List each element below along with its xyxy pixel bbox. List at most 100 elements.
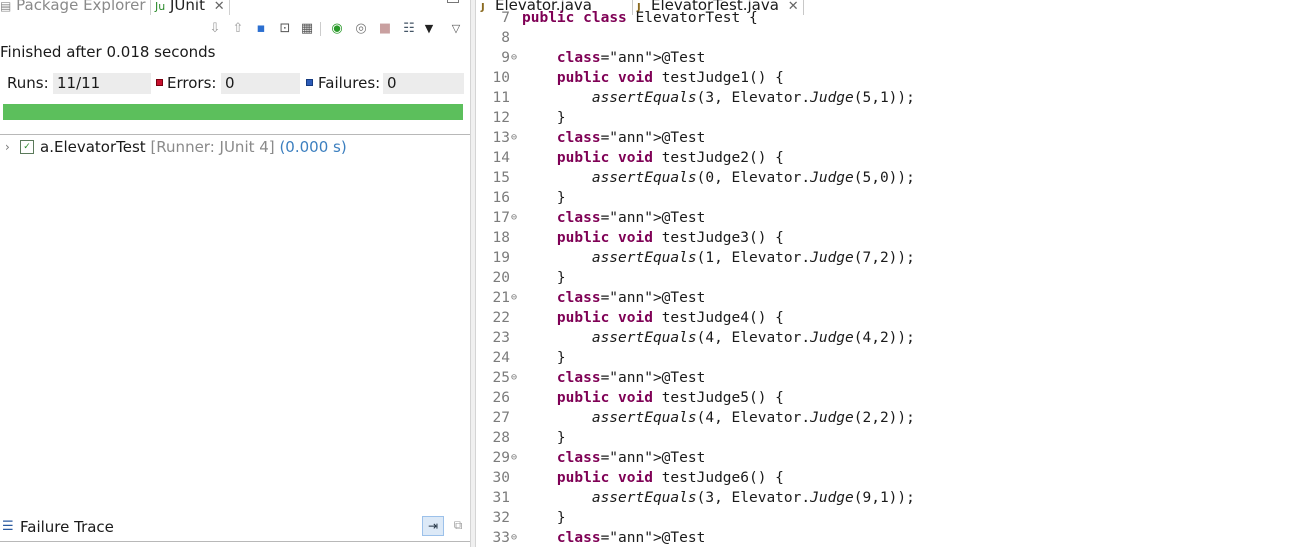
code-line[interactable]: 23 assertEquals(4, Elevator.Judge(4,2)); (476, 328, 1294, 348)
code-line[interactable]: 21 ⊖ class="ann">@Test (476, 288, 1294, 308)
test-suite-icon: ✓ (20, 140, 34, 154)
previous-failure-icon[interactable]: ⇧ (229, 20, 247, 38)
scroll-lock-icon[interactable]: ⊡ (276, 20, 294, 38)
line-number: 14 (492, 150, 510, 166)
code-text: public void testJudge4() { (556, 310, 784, 326)
code-text: assertEquals(4, Elevator.Judge(4,2)); (591, 330, 915, 346)
line-number: 17 (492, 210, 510, 226)
tab-junit[interactable]: Ju JUnit ✕ (150, 0, 230, 15)
maximize-icon[interactable] (447, 0, 459, 3)
line-number: 31 (492, 490, 510, 506)
failure-trace-icon: ☰ (2, 519, 14, 534)
expand-arrow-icon[interactable]: › (5, 137, 10, 157)
fold-icon[interactable]: ⊖ (511, 448, 517, 468)
code-text: public void testJudge3() { (556, 230, 784, 246)
fold-icon[interactable]: ⊖ (511, 528, 517, 547)
line-number: 33 (492, 530, 510, 546)
elapsed-time: (0.000 s) (279, 138, 347, 156)
code-line[interactable]: 27 assertEquals(4, Elevator.Judge(2,2)); (476, 408, 1294, 428)
code-line[interactable]: 31 assertEquals(3, Elevator.Judge(9,1)); (476, 488, 1294, 508)
line-number: 20 (492, 270, 510, 286)
fold-icon[interactable]: ⊖ (511, 208, 517, 228)
status-message: Finished after 0.018 seconds (0, 43, 216, 61)
code-line[interactable]: 28 } (476, 428, 1294, 448)
line-number: 13 (492, 130, 510, 146)
failure-icon (306, 79, 313, 86)
code-line[interactable]: 17 ⊖ class="ann">@Test (476, 208, 1294, 228)
code-line[interactable]: 16 } (476, 188, 1294, 208)
failure-trace-label: Failure Trace (20, 518, 114, 536)
layout-icon[interactable]: ☷ (400, 20, 418, 38)
line-number: 29 (492, 450, 510, 466)
line-number: 12 (492, 110, 510, 126)
view-tab-bar: ▤ Package Explorer Ju JUnit ✕ (0, 0, 470, 15)
code-text: } (522, 350, 566, 366)
divider (0, 134, 470, 135)
line-number: 30 (492, 470, 510, 486)
line-number: 28 (492, 430, 510, 446)
runs-label: Runs: (7, 74, 49, 92)
compare-result-icon[interactable]: ⧉ (449, 516, 467, 536)
code-line[interactable]: 22 public void testJudge4() { (476, 308, 1294, 328)
rerun-test-icon[interactable]: ◉ (328, 20, 346, 38)
code-line[interactable]: 29 ⊖ class="ann">@Test (476, 448, 1294, 468)
code-line[interactable]: 20 } (476, 268, 1294, 288)
view-menu-icon[interactable]: ▽ (447, 20, 465, 38)
line-number: 11 (492, 90, 510, 106)
code-line[interactable]: 18 public void testJudge3() { (476, 228, 1294, 248)
code-line[interactable]: 11 assertEquals(3, Elevator.Judge(5,1)); (476, 88, 1294, 108)
tab-package-explorer[interactable]: ▤ Package Explorer (0, 0, 146, 15)
package-explorer-icon: ▤ (0, 0, 12, 13)
line-number: 9 (501, 50, 510, 66)
code-line[interactable]: 26 public void testJudge5() { (476, 388, 1294, 408)
line-number: 19 (492, 250, 510, 266)
line-number: 21 (492, 290, 510, 306)
code-line[interactable]: 14 public void testJudge2() { (476, 148, 1294, 168)
code-text: class="ann">@Test (556, 290, 706, 306)
test-progress-bar (3, 104, 463, 120)
test-run-history-icon[interactable]: ▦ (298, 20, 316, 38)
code-line[interactable]: 12 } (476, 108, 1294, 128)
close-icon[interactable]: ✕ (214, 0, 225, 14)
test-suite-name: a.ElevatorTest (40, 138, 146, 156)
code-line[interactable]: 9 ⊖ class="ann">@Test (476, 48, 1294, 68)
code-text: class="ann">@Test (556, 530, 706, 546)
fold-icon[interactable]: ⊖ (511, 128, 517, 148)
code-text: assertEquals(1, Elevator.Judge(7,2)); (591, 250, 915, 266)
code-line[interactable]: 15 assertEquals(0, Elevator.Judge(5,0)); (476, 168, 1294, 188)
stop-icon[interactable]: ■ (376, 20, 394, 38)
line-number: 26 (492, 390, 510, 406)
code-line[interactable]: 24 } (476, 348, 1294, 368)
code-line[interactable]: 8 (476, 28, 1294, 48)
code-line[interactable]: 19 assertEquals(1, Elevator.Judge(7,2)); (476, 248, 1294, 268)
code-line[interactable]: 30 public void testJudge6() { (476, 468, 1294, 488)
rerun-failed-first-icon[interactable]: ◎ (352, 20, 370, 38)
filter-stack-trace-icon[interactable]: ⇥ (422, 516, 444, 536)
junit-view: ▤ Package Explorer Ju JUnit ✕ ⇩ ⇧ ▪ ⊡ ▦ … (0, 0, 470, 547)
code-editor: J Elevator.java J ElevatorTest.java ✕ 7 pub… (476, 0, 1294, 547)
chevron-down-icon[interactable]: ▼ (420, 20, 438, 38)
fold-icon[interactable]: ⊖ (511, 368, 517, 388)
runner-label: [Runner: JUnit 4] (150, 138, 275, 156)
code-text: public void testJudge2() { (556, 150, 784, 166)
code-line[interactable]: 33 ⊖ class="ann">@Test (476, 528, 1294, 547)
show-failures-only-icon[interactable]: ▪ (252, 20, 270, 38)
fold-icon[interactable]: ⊖ (511, 288, 517, 308)
code-text: } (522, 430, 566, 446)
code-text: assertEquals(4, Elevator.Judge(2,2)); (591, 410, 915, 426)
code-line[interactable]: 13 ⊖ class="ann">@Test (476, 128, 1294, 148)
code-text: assertEquals(0, Elevator.Judge(5,0)); (591, 170, 915, 186)
code-line[interactable]: 32 } (476, 508, 1294, 528)
fold-icon[interactable]: ⊖ (511, 48, 517, 68)
code-line[interactable]: 25 ⊖ class="ann">@Test (476, 368, 1294, 388)
code-line[interactable]: 10 public void testJudge1() { (476, 68, 1294, 88)
code-area[interactable]: 7 public class ElevatorTest {8 9 ⊖ class="a… (476, 10, 1294, 547)
code-line[interactable]: 7 public class ElevatorTest { (476, 8, 1294, 28)
line-number: 24 (492, 350, 510, 366)
line-number: 15 (492, 170, 510, 186)
failures-label: Failures: (318, 74, 381, 92)
error-icon (156, 79, 163, 86)
test-suite-label: a.ElevatorTest [Runner: JUnit 4] (0.000 … (40, 137, 347, 157)
next-failure-icon[interactable]: ⇩ (206, 20, 224, 38)
code-text: class="ann">@Test (556, 130, 706, 146)
